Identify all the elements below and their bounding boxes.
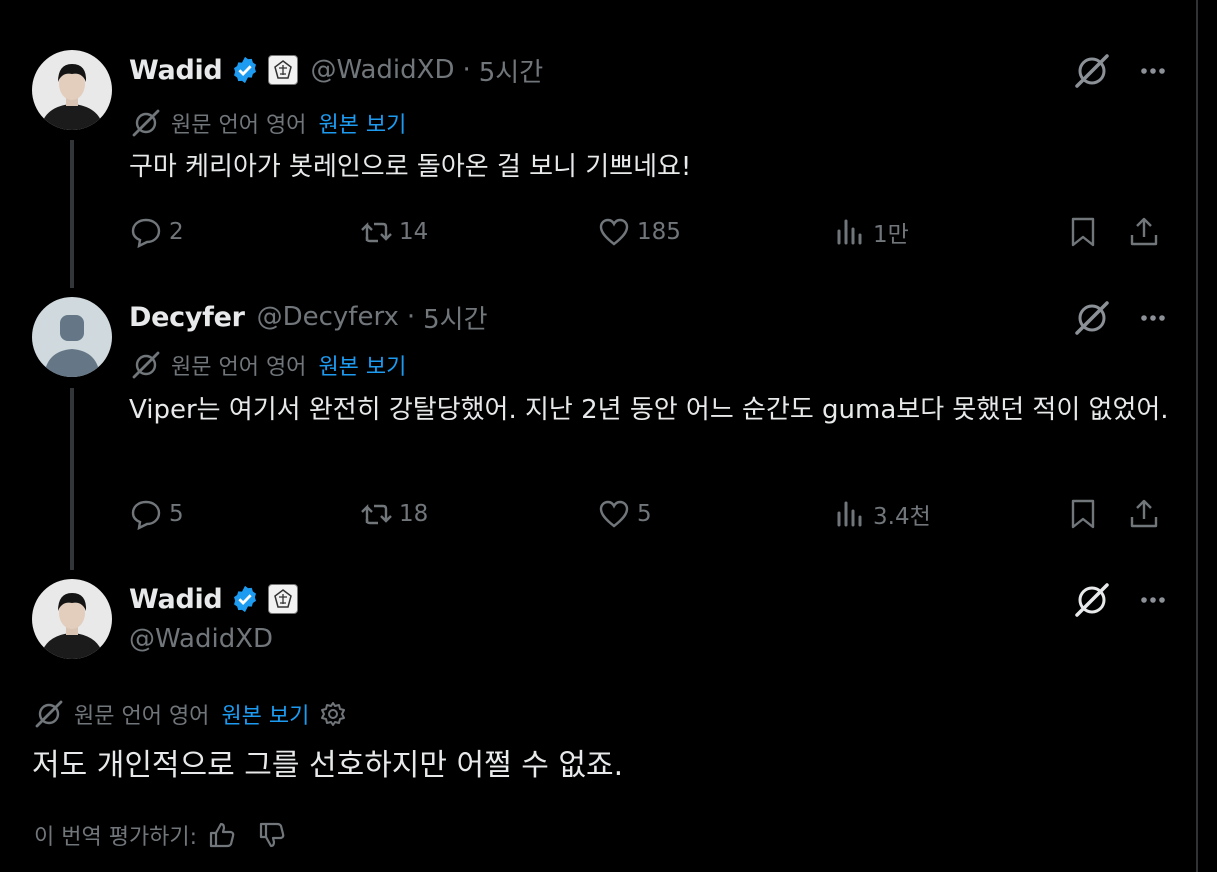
bookmark-icon <box>1071 217 1095 247</box>
bookmark-icon <box>1071 499 1095 529</box>
views-icon <box>837 219 862 245</box>
timestamp[interactable]: 5시간 <box>479 52 543 89</box>
repost-button[interactable]: 18 <box>359 494 428 534</box>
verified-badge-icon <box>234 585 257 613</box>
like-button[interactable]: 5 <box>597 494 652 534</box>
action-bar: 5 18 5 3.4천 <box>129 494 1169 534</box>
reply-button[interactable]: 2 <box>129 212 184 252</box>
translate-icon <box>35 700 63 728</box>
share-icon <box>1130 499 1158 528</box>
affiliate-badge-icon[interactable] <box>268 55 299 85</box>
view-count: 3.4천 <box>873 504 931 530</box>
more-icon[interactable] <box>1135 53 1171 89</box>
thread-line <box>70 140 74 288</box>
separator: · <box>406 302 416 332</box>
views-icon <box>837 501 862 527</box>
repost-icon <box>361 222 392 243</box>
repost-button[interactable]: 14 <box>359 212 428 252</box>
rate-translation-label: 이 번역 평가하기: <box>34 825 198 850</box>
avatar[interactable] <box>32 50 112 130</box>
avatar[interactable] <box>32 579 112 659</box>
reply-icon <box>131 218 161 249</box>
tweet-text: Viper는 여기서 완전히 강탈당했어. 지난 2년 동안 어느 순간도 gu… <box>129 395 1169 425</box>
view-count: 1만 <box>873 222 909 248</box>
bookmark-button[interactable] <box>1066 494 1100 534</box>
reply-icon <box>131 500 161 531</box>
username[interactable]: @WadidXD <box>310 55 454 85</box>
verified-badge-icon <box>234 56 257 84</box>
like-icon <box>599 500 629 528</box>
like-icon <box>599 218 629 246</box>
thumbs-up-icon[interactable] <box>207 820 237 850</box>
share-button[interactable] <box>1127 212 1161 252</box>
column-border <box>1196 0 1198 872</box>
views-button[interactable]: 3.4천 <box>833 494 931 534</box>
translation-source: 원문 언어 영어 <box>171 355 307 380</box>
reply-count: 5 <box>169 501 184 527</box>
view-original-link[interactable]: 원본 보기 <box>318 107 406 139</box>
like-count: 185 <box>637 219 681 245</box>
display-name[interactable]: Wadid <box>129 55 223 86</box>
translate-icon <box>132 351 160 379</box>
username[interactable]: @Decyferx <box>257 302 399 332</box>
repost-count: 18 <box>399 501 429 527</box>
view-original-link[interactable]: 원본 보기 <box>221 698 309 730</box>
reply-count: 2 <box>169 219 184 245</box>
view-original-link[interactable]: 원본 보기 <box>318 349 406 381</box>
gear-icon[interactable] <box>319 700 347 728</box>
action-bar: 2 14 185 1만 <box>129 212 1169 252</box>
main-tweet-text: 저도 개인적으로 그를 선호하지만 어쩔 수 없죠. <box>32 748 624 783</box>
display-name[interactable]: Decyfer <box>129 302 245 333</box>
repost-count: 14 <box>399 219 429 245</box>
separator: · <box>462 55 471 85</box>
more-icon[interactable] <box>1135 300 1171 336</box>
grok-icon[interactable] <box>1073 299 1111 337</box>
like-button[interactable]: 185 <box>597 212 681 252</box>
translate-icon <box>132 109 160 137</box>
repost-icon <box>361 504 392 525</box>
thumbs-down-icon[interactable] <box>257 820 287 850</box>
grok-icon[interactable] <box>1073 52 1111 90</box>
like-count: 5 <box>637 501 652 527</box>
thread-line <box>70 388 74 570</box>
views-button[interactable]: 1만 <box>833 212 909 252</box>
translation-source: 원문 언어 영어 <box>74 704 210 729</box>
affiliate-badge-icon[interactable] <box>268 584 299 614</box>
bookmark-button[interactable] <box>1066 212 1100 252</box>
display-name[interactable]: Wadid <box>129 584 223 615</box>
reply-button[interactable]: 5 <box>129 494 184 534</box>
share-button[interactable] <box>1127 494 1161 534</box>
share-icon <box>1130 217 1158 246</box>
more-icon[interactable] <box>1135 582 1171 618</box>
translation-source: 원문 언어 영어 <box>171 113 307 138</box>
tweet-text: 구마 케리아가 봇레인으로 돌아온 걸 보니 기쁘네요! <box>129 152 692 182</box>
timestamp[interactable]: 5시간 <box>423 299 487 336</box>
username[interactable]: @WadidXD <box>129 624 273 654</box>
grok-icon[interactable] <box>1073 581 1111 619</box>
avatar[interactable] <box>32 297 112 377</box>
tweet-thread: Wadid @WadidXD · 5시간 원문 언어 영어 원본 보기 구마 케… <box>0 0 1217 872</box>
